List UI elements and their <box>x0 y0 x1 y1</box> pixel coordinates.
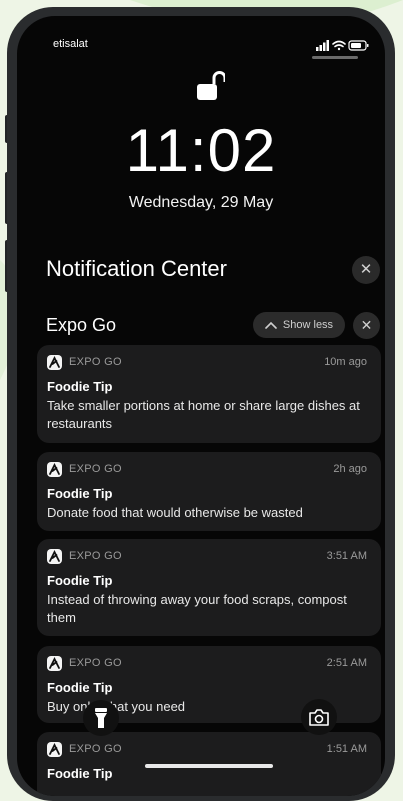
notification-body: Instead of throwing away your food scrap… <box>47 592 347 625</box>
notification-app-name: EXPO GO <box>69 657 122 669</box>
notification-time: 2h ago <box>333 463 367 475</box>
show-less-button[interactable]: Show less <box>253 312 345 338</box>
lock-screen-clock: 11:02 <box>125 117 277 184</box>
notification-group-close-button[interactable]: ✕ <box>353 312 380 339</box>
notification-card[interactable]: EXPO GO 2h ago Foodie Tip Donate food th… <box>37 452 381 531</box>
notification-card[interactable]: EXPO GO 3:51 AM Foodie Tip Instead of th… <box>37 539 381 636</box>
status-bar-indicator <box>312 56 358 59</box>
notification-app-name: EXPO GO <box>69 356 122 368</box>
status-icons <box>316 40 369 51</box>
expo-go-icon <box>47 462 62 477</box>
notification-time: 10m ago <box>324 356 367 368</box>
flashlight-button[interactable] <box>83 700 119 736</box>
notification-center-close-button[interactable]: ✕ <box>352 256 380 284</box>
expo-go-icon <box>47 742 62 757</box>
notification-title: Foodie Tip <box>47 766 113 781</box>
notification-title: Foodie Tip <box>47 379 113 394</box>
notification-app-name: EXPO GO <box>69 743 122 755</box>
signal-icon <box>316 40 329 51</box>
lock-screen: etisalat 11:02 Wednesday, 29 May Notific… <box>17 16 385 796</box>
notification-title: Foodie Tip <box>47 680 113 695</box>
unlocked-padlock-icon <box>197 71 225 100</box>
notification-time: 1:51 AM <box>326 743 367 755</box>
camera-icon <box>309 708 329 726</box>
expo-go-icon <box>47 549 62 564</box>
carrier-label: etisalat <box>53 38 88 50</box>
lock-screen-date: Wednesday, 29 May <box>128 194 274 211</box>
notification-center-title: Notification Center <box>46 256 227 281</box>
notification-group-title: Expo Go <box>46 315 117 335</box>
battery-icon <box>348 40 369 51</box>
notification-body: Take smaller portions at home or share l… <box>47 398 360 431</box>
notification-title: Foodie Tip <box>47 486 113 501</box>
expo-go-icon <box>47 355 62 370</box>
notification-card[interactable]: EXPO GO 10m ago Foodie Tip Take smaller … <box>37 345 381 443</box>
home-indicator[interactable] <box>145 764 273 768</box>
notification-app-name: EXPO GO <box>69 463 122 475</box>
chevron-up-icon <box>265 321 277 329</box>
flashlight-icon <box>95 708 107 728</box>
notification-app-name: EXPO GO <box>69 550 122 562</box>
notification-time: 2:51 AM <box>326 657 367 669</box>
camera-button[interactable] <box>301 699 337 735</box>
notification-time: 3:51 AM <box>326 550 367 562</box>
notification-body: Donate food that would otherwise be wast… <box>47 505 303 520</box>
show-less-label: Show less <box>282 319 334 331</box>
notification-title: Foodie Tip <box>47 573 113 588</box>
wifi-icon <box>332 40 346 51</box>
expo-go-icon <box>47 656 62 671</box>
